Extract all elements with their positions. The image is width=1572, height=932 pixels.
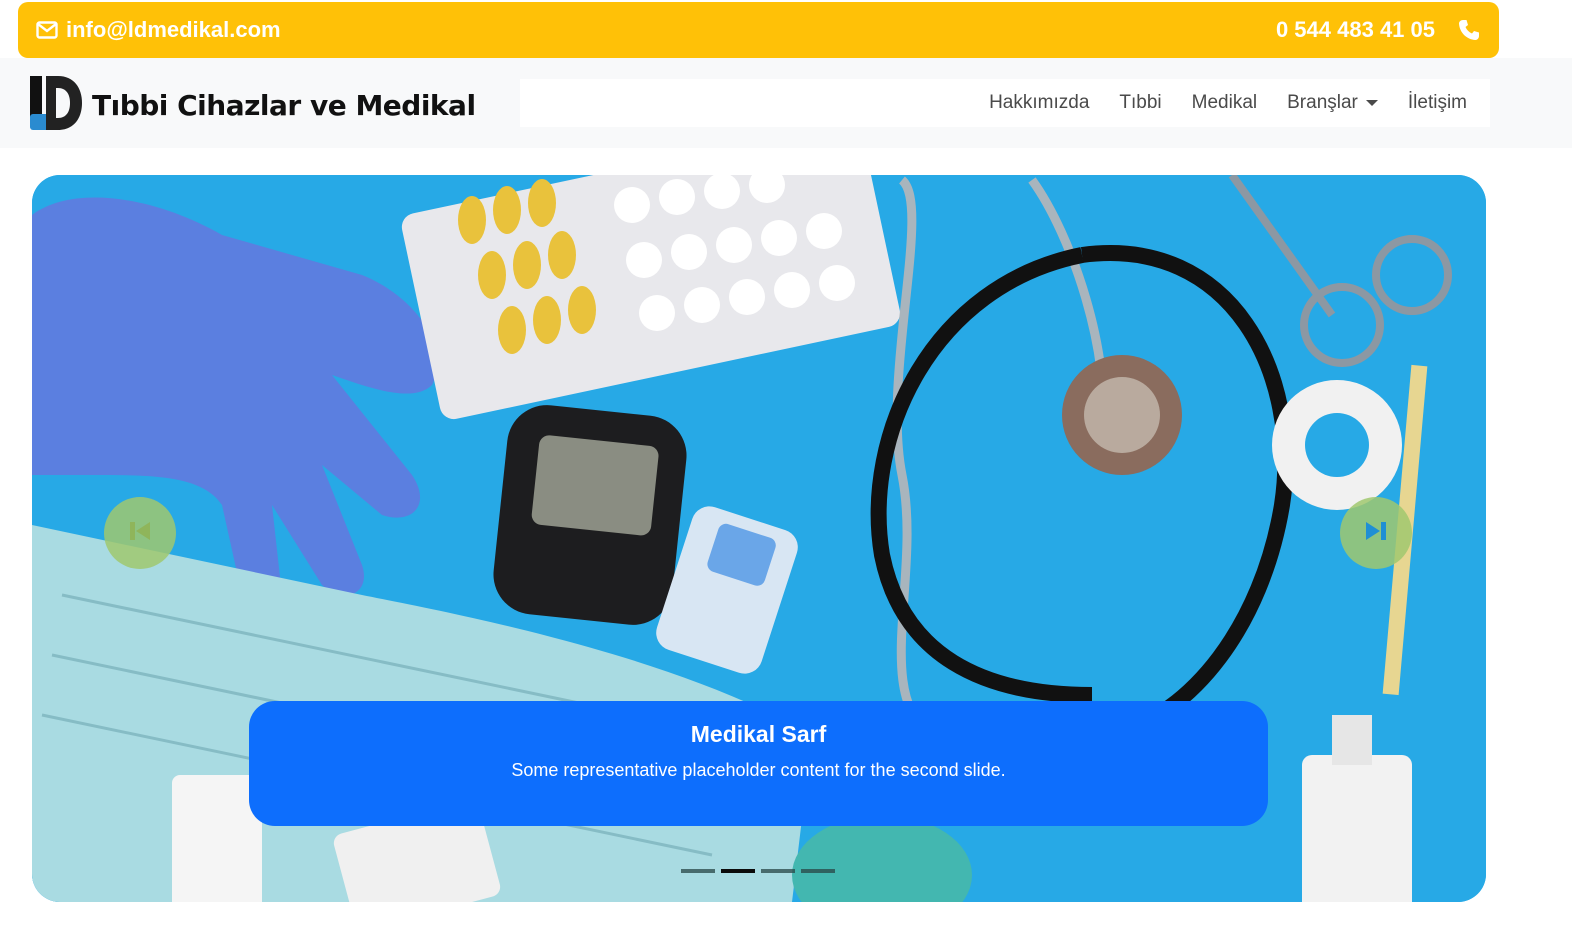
carousel-indicator-2[interactable] (721, 869, 755, 873)
nav-item-hakkimizda[interactable]: Hakkımızda (974, 92, 1104, 114)
nav-item-iletisim[interactable]: İletişim (1393, 92, 1482, 114)
envelope-icon (36, 21, 58, 39)
caption-title: Medikal Sarf (690, 721, 827, 747)
skip-forward-icon (1362, 517, 1390, 550)
phone-link[interactable]: 0 544 483 41 05 (1276, 17, 1481, 43)
carousel-caption: Medikal Sarf Some representative placeho… (249, 701, 1268, 826)
brand-name: Tıbbi Cihazlar ve Medikal (92, 89, 476, 122)
phone-icon (1457, 18, 1481, 42)
ld-logo-icon (28, 74, 84, 137)
navbar: Tıbbi Cihazlar ve Medikal Hakkımızda Tıb… (0, 58, 1572, 148)
carousel-indicator-1[interactable] (681, 869, 715, 873)
email-link[interactable]: info@ldmedikal.com (36, 17, 281, 43)
caption-text: Some representative placeholder content … (511, 760, 1006, 780)
carousel-indicators (681, 869, 835, 873)
carousel-indicator-4[interactable] (801, 869, 835, 873)
carousel-next-button[interactable] (1340, 497, 1412, 569)
hero-carousel: Medikal Sarf Some representative placeho… (32, 175, 1486, 902)
phone-text: 0 544 483 41 05 (1275, 17, 1435, 42)
nav-menu: Hakkımızda Tıbbi Medikal Branşlar İletiş… (520, 79, 1490, 127)
nav-item-branslar-dropdown[interactable]: Branşlar (1272, 92, 1393, 114)
nav-item-branslar-label: Branşlar (1287, 92, 1358, 113)
email-text: info@ldmedikal.com (66, 17, 281, 42)
brand[interactable]: Tıbbi Cihazlar ve Medikal (28, 74, 476, 137)
carousel-prev-button[interactable] (104, 497, 176, 569)
nav-item-medikal[interactable]: Medikal (1177, 92, 1272, 114)
skip-back-icon (126, 517, 154, 550)
carousel-indicator-3[interactable] (761, 869, 795, 873)
contact-bar: info@ldmedikal.com 0 544 483 41 05 (18, 2, 1499, 58)
caret-down-icon (1365, 100, 1378, 106)
nav-item-tibbi[interactable]: Tıbbi (1104, 92, 1176, 114)
